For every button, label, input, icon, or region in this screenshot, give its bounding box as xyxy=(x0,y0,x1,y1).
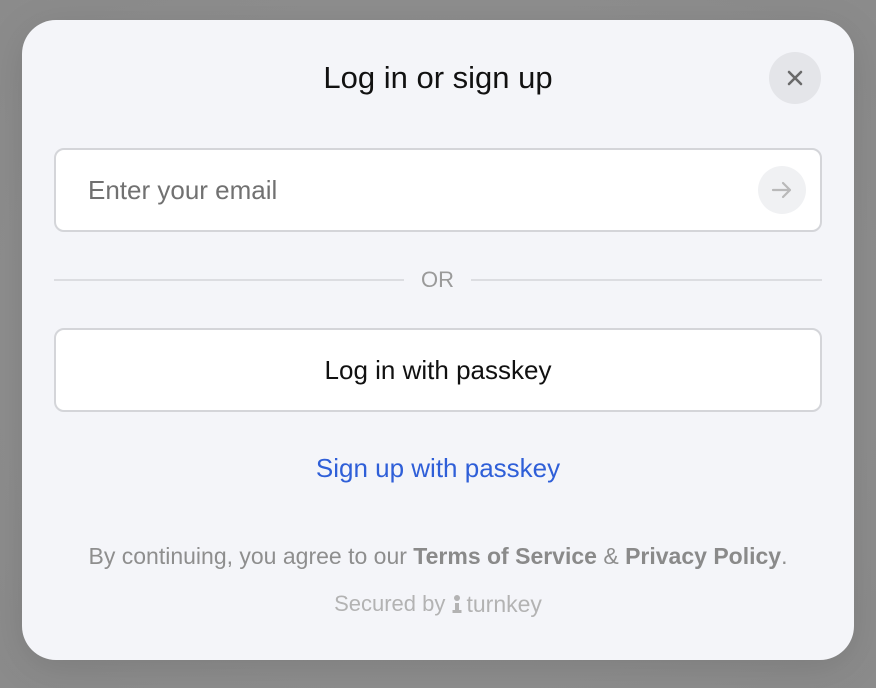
terms-prefix: By continuing, you agree to our xyxy=(88,543,414,569)
login-with-passkey-button[interactable]: Log in with passkey xyxy=(54,328,822,412)
divider-line xyxy=(471,279,822,281)
secured-prefix: Secured by xyxy=(334,591,446,616)
divider-label: OR xyxy=(421,267,454,292)
brand-name: turnkey xyxy=(466,591,542,617)
privacy-policy-link[interactable]: Privacy Policy xyxy=(625,543,781,569)
close-icon xyxy=(787,70,803,86)
turnkey-brand: turnkey xyxy=(451,588,542,620)
arrow-right-icon xyxy=(771,181,792,199)
email-submit-button[interactable] xyxy=(758,166,806,214)
auth-modal: Log in or sign up OR Log in with passkey… xyxy=(22,20,854,660)
terms-joiner: & xyxy=(596,543,626,569)
divider-line xyxy=(54,279,404,281)
or-divider: OR xyxy=(54,264,822,296)
secured-by-footer: Secured by turnkey xyxy=(22,588,854,620)
terms-notice: By continuing, you agree to our Terms of… xyxy=(22,540,854,572)
signup-with-passkey-link[interactable]: Sign up with passkey xyxy=(22,450,854,486)
close-button[interactable] xyxy=(769,52,821,104)
email-field-container xyxy=(54,148,822,232)
modal-title: Log in or sign up xyxy=(323,60,553,95)
terms-of-service-link[interactable]: Terms of Service xyxy=(413,543,597,569)
turnkey-logo-icon xyxy=(452,595,462,613)
email-input[interactable] xyxy=(88,150,728,230)
terms-suffix: . xyxy=(781,543,788,569)
